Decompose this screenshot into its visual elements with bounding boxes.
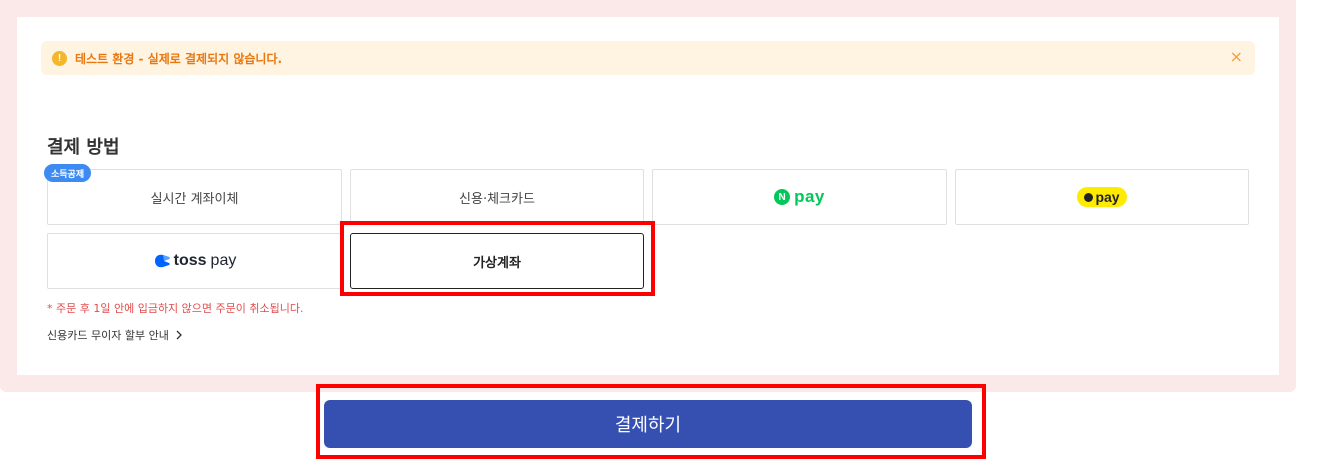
income-deduction-badge: 소득공제 <box>44 164 92 182</box>
npay-logo: N pay <box>774 187 825 207</box>
kakaopay-logo: pay <box>1077 187 1127 207</box>
order-cancel-warning: * 주문 후 1일 안에 입금하지 않으면 주문이 취소됩니다. <box>47 302 304 315</box>
method-label: 신용·체크카드 <box>459 191 535 207</box>
method-realtime-transfer[interactable]: 실시간 계좌이체 <box>47 169 342 225</box>
method-npay[interactable]: N pay <box>652 169 947 225</box>
payment-panel-frame: ! 테스트 환경 - 실제로 결제되지 않습니다. × 결제 방법 소득공제 실… <box>0 0 1296 392</box>
toss-logo-icon <box>154 254 170 268</box>
test-environment-notice: ! 테스트 환경 - 실제로 결제되지 않습니다. × <box>41 41 1255 75</box>
method-credit-card[interactable]: 신용·체크카드 <box>350 169 644 225</box>
close-icon[interactable]: × <box>1230 48 1243 66</box>
kakaopay-label: pay <box>1095 189 1120 205</box>
tosspay-label: pay <box>210 252 237 269</box>
kakao-bubble-icon <box>1084 192 1094 202</box>
toss-brand-label: toss <box>173 252 207 269</box>
npay-n-icon: N <box>774 189 791 205</box>
method-kakaopay[interactable]: pay <box>955 169 1249 225</box>
method-virtual-account[interactable]: 가상계좌 <box>350 233 644 289</box>
exclamation-icon: ! <box>52 50 67 66</box>
chevron-right-icon <box>176 330 182 340</box>
npay-label: pay <box>794 187 825 206</box>
payment-panel: ! 테스트 환경 - 실제로 결제되지 않습니다. × 결제 방법 소득공제 실… <box>17 17 1279 375</box>
installment-info-label: 신용카드 무이자 할부 안내 <box>47 329 169 342</box>
tosspay-logo: toss pay <box>153 252 237 270</box>
method-tosspay[interactable]: toss pay <box>47 233 342 289</box>
installment-info-link[interactable]: 신용카드 무이자 할부 안내 <box>47 327 183 343</box>
section-title: 결제 방법 <box>47 137 120 158</box>
method-label: 실시간 계좌이체 <box>150 191 239 207</box>
notice-text: 테스트 환경 - 실제로 결제되지 않습니다. <box>75 51 283 66</box>
method-label: 가상계좌 <box>473 255 521 271</box>
pay-button[interactable]: 결제하기 <box>324 400 972 448</box>
